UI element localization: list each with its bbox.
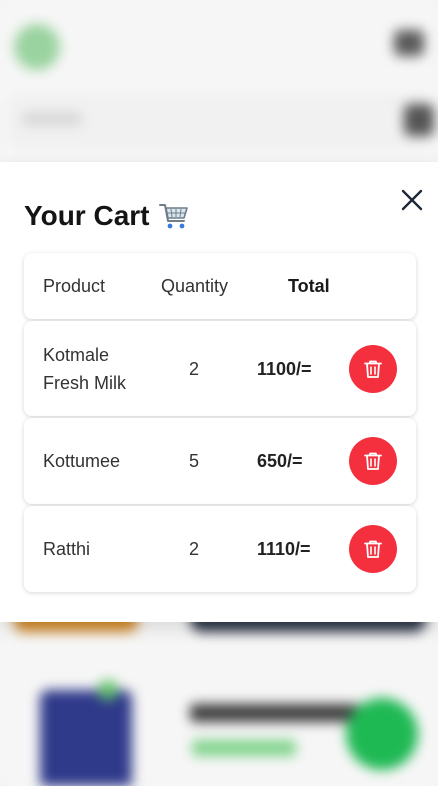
floating-action-button[interactable]	[346, 698, 418, 770]
cart-title: Your Cart	[24, 200, 150, 231]
delete-item-button[interactable]	[349, 525, 397, 573]
delete-item-button[interactable]	[349, 437, 397, 485]
menu-icon[interactable]	[394, 30, 424, 56]
cart-item-total: 650/=	[257, 451, 303, 471]
trash-icon	[364, 540, 382, 558]
cart-item-name-line2: Fresh Milk	[43, 373, 127, 393]
logo	[14, 24, 60, 70]
column-header-product: Product	[43, 276, 106, 296]
search-button[interactable]	[404, 104, 434, 136]
delete-item-button[interactable]	[349, 345, 397, 393]
cart-panel: Your Cart Product Quantity Total Kotmale…	[0, 162, 438, 622]
cart-item-name: Ratthi	[43, 539, 91, 559]
cart-item-name: Kotmale Fresh Milk	[43, 341, 153, 397]
cart-item-row: Kottumee 5 650/=	[24, 418, 416, 504]
column-header-total: Total	[288, 276, 330, 296]
close-icon[interactable]	[398, 186, 426, 214]
cart-item-row: Kotmale Fresh Milk 2 1100/=	[24, 321, 416, 416]
trash-icon	[364, 360, 382, 378]
product-image[interactable]	[40, 690, 132, 786]
trash-icon	[364, 452, 382, 470]
cart-table-header: Product Quantity Total	[24, 253, 416, 319]
product-price	[192, 740, 296, 756]
column-header-quantity: Quantity	[161, 276, 229, 296]
cart-item-name: Kottumee	[43, 451, 121, 471]
cart-item-name-line1: Kotmale	[43, 345, 110, 365]
cart-item-total: 1100/=	[257, 359, 312, 379]
cart-item-row: Ratthi 2 1110/=	[24, 506, 416, 592]
shopping-cart-icon	[159, 204, 188, 229]
product-badge	[98, 680, 118, 700]
product-title	[190, 704, 360, 722]
search-placeholder	[22, 112, 82, 126]
cart-item-total: 1110/=	[257, 539, 311, 559]
